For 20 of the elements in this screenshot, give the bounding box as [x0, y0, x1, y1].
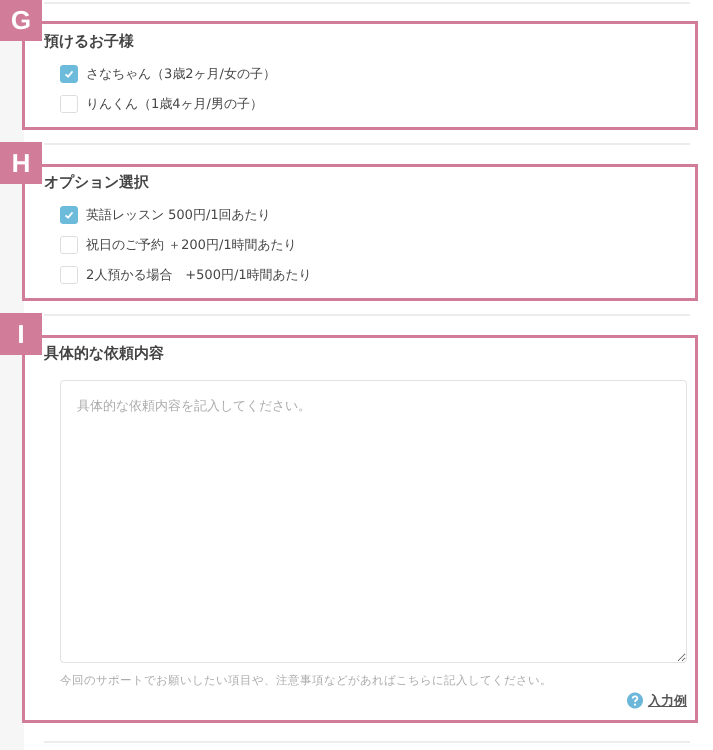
help-icon [626, 692, 644, 710]
checkbox[interactable] [60, 236, 78, 254]
example-link[interactable]: 入力例 [648, 692, 687, 710]
section-marker: I [0, 313, 42, 355]
section-title: 預けるお子様 [44, 31, 135, 51]
section-title: オプション選択 [44, 172, 150, 192]
section-title: 具体的な依頼内容 [44, 343, 165, 363]
option-label: 祝日のご予約 ＋200円/1時間あたり [86, 237, 297, 254]
hint-text: 今回のサポートでお願いしたい項目や、注意事項などがあればこちらに記入してください。 [60, 673, 553, 688]
section-marker: G [0, 0, 42, 41]
checkbox[interactable] [60, 206, 78, 224]
option-label: 2人預かる場合 +500円/1時間あたり [86, 267, 312, 284]
option-label: りんくん（1歳4ヶ月/男の子） [86, 96, 263, 113]
text-area[interactable]: 具体的な依頼内容を記入してください。 [60, 380, 687, 663]
checkbox[interactable] [60, 266, 78, 284]
checkbox[interactable] [60, 95, 78, 113]
option-label: さなちゃん（3歳2ヶ月/女の子） [86, 66, 276, 83]
checkbox[interactable] [60, 65, 78, 83]
option-label: 英語レッスン 500円/1回あたり [86, 207, 271, 224]
section-marker: H [0, 142, 42, 184]
